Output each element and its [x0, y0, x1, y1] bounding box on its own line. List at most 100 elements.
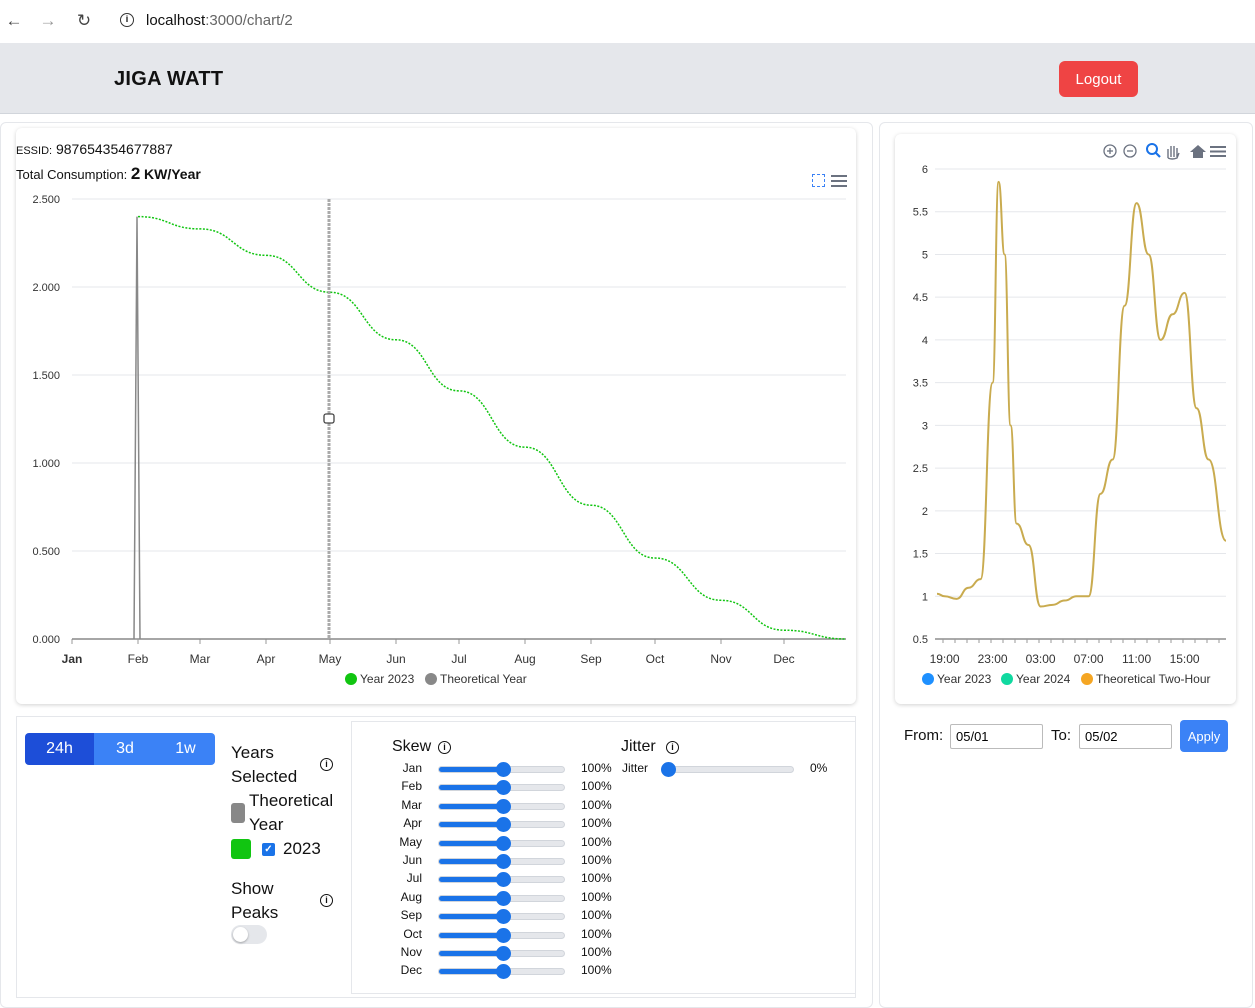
x-tick-label: 15:00	[1170, 652, 1200, 666]
legend-label: Theoretical Two-Hour	[1096, 672, 1211, 686]
slider-thumb[interactable]	[495, 946, 511, 961]
y-tick-label: 1	[922, 591, 928, 603]
legend-marker	[922, 673, 934, 685]
year-2023-label: 2023	[283, 839, 321, 858]
slider-value: 100%	[581, 779, 612, 794]
slider-fill	[439, 785, 502, 791]
slider-value: 100%	[581, 926, 612, 941]
slider-track-apr[interactable]	[438, 817, 565, 833]
series-theoretical-two-hour	[936, 180, 1227, 608]
slider-value: 100%	[581, 853, 612, 867]
slider-fill	[439, 932, 502, 938]
jitter-title: Jitter	[621, 738, 656, 755]
slider-thumb[interactable]	[495, 780, 511, 796]
slider-label: Jul	[406, 871, 422, 886]
slider-fill	[439, 840, 502, 846]
year-2023-checkbox[interactable]: ✓	[262, 843, 275, 856]
slider-label: Aug	[400, 889, 422, 904]
slider-value: 100%	[581, 963, 612, 978]
slider-thumb[interactable]	[495, 927, 511, 943]
to-date-input[interactable]	[1079, 724, 1172, 749]
slider-label: Dec	[400, 963, 422, 978]
slider-thumb[interactable]	[495, 909, 511, 925]
y-tick-label: 5	[922, 249, 928, 261]
slider-track-feb[interactable]	[438, 780, 565, 796]
slider-fill	[439, 951, 502, 956]
slider-track-jun[interactable]	[438, 854, 565, 869]
years-selected-label: Years Selected	[231, 743, 298, 786]
slider-thumb[interactable]	[495, 817, 511, 833]
slider-label: Feb	[401, 779, 422, 794]
x-tick-label: 07:00	[1074, 652, 1104, 666]
slider-track-nov[interactable]	[438, 946, 565, 961]
years-info-icon[interactable]: i	[320, 758, 333, 771]
slider-thumb[interactable]	[495, 890, 511, 906]
slider-thumb[interactable]	[661, 762, 676, 777]
slider-track-jul[interactable]	[438, 872, 565, 888]
slider-track-aug[interactable]	[438, 890, 565, 906]
legend-label: Year 2023	[937, 672, 992, 686]
slider-fill	[439, 859, 502, 864]
slider-value: 100%	[581, 889, 612, 904]
slider-value: 100%	[581, 908, 612, 923]
y-tick-label: 1.5	[913, 549, 928, 561]
slider-label: Oct	[403, 926, 422, 941]
x-tick-label: 19:00	[930, 652, 960, 666]
slider-thumb[interactable]	[495, 872, 511, 888]
year-2023-swatch[interactable]	[231, 839, 251, 859]
from-date-input[interactable]	[950, 724, 1043, 749]
slider-value: 100%	[581, 945, 612, 959]
slider-fill	[439, 895, 502, 901]
slider-label: Apr	[403, 816, 422, 831]
slider-label: May	[399, 834, 422, 849]
slider-track-mar[interactable]	[438, 798, 565, 814]
range-button-3d[interactable]: 3d	[94, 733, 156, 765]
show-peaks-label: Show Peaks	[231, 879, 279, 922]
range-button-1w[interactable]: 1w	[156, 733, 215, 765]
slider-value: 100%	[581, 834, 612, 849]
toggle-knob	[233, 927, 248, 942]
slider-value: 100%	[581, 797, 612, 812]
y-tick-label: 2	[922, 506, 928, 518]
range-button-24h[interactable]: 24h	[25, 733, 94, 765]
slider-track-jan[interactable]	[438, 762, 565, 777]
slider-thumb[interactable]	[495, 835, 511, 851]
slider-label: Mar	[401, 797, 422, 812]
slider-label: Jitter	[622, 761, 649, 775]
skew-title: Skew	[392, 738, 432, 755]
legend-marker	[1081, 673, 1093, 685]
slider-thumb[interactable]	[495, 762, 511, 777]
slider-value: 0%	[810, 761, 828, 775]
slider-label: Sep	[400, 908, 422, 923]
slider-track-oct[interactable]	[438, 927, 565, 943]
slider-fill	[439, 767, 502, 772]
slider-track-jitter[interactable]	[661, 762, 794, 777]
slider-label: Nov	[400, 945, 422, 959]
slider-value: 100%	[581, 761, 612, 775]
slider-value: 100%	[581, 816, 612, 831]
slider-label: Jan	[402, 761, 422, 775]
y-tick-label: 2.5	[913, 463, 928, 475]
theoretical-swatch[interactable]	[231, 803, 245, 823]
peaks-info-icon[interactable]: i	[320, 894, 333, 907]
slider-track-dec[interactable]	[438, 964, 565, 980]
apply-button[interactable]: Apply	[1180, 720, 1228, 752]
slider-track-may[interactable]	[438, 835, 565, 851]
y-tick-label: 0.5	[913, 634, 928, 646]
from-label: From:	[904, 727, 944, 744]
x-tick-label: 11:00	[1122, 652, 1151, 666]
theoretical-year-label: Theoretical Year	[249, 791, 334, 834]
slider-fill	[439, 969, 502, 975]
y-tick-label: 3.5	[913, 378, 928, 390]
show-peaks-toggle[interactable]	[231, 925, 267, 944]
slider-fill	[439, 803, 502, 809]
slider-thumb[interactable]	[495, 798, 511, 814]
slider-track-sep[interactable]	[438, 909, 565, 925]
slider-thumb[interactable]	[495, 854, 511, 869]
slider-value: 100%	[581, 871, 612, 886]
jitter-info-icon[interactable]: i	[666, 741, 679, 754]
skew-info-icon[interactable]: i	[438, 741, 451, 754]
slider-thumb[interactable]	[495, 964, 511, 980]
y-tick-label: 5.5	[913, 207, 928, 219]
slider-label: Jun	[402, 853, 422, 867]
